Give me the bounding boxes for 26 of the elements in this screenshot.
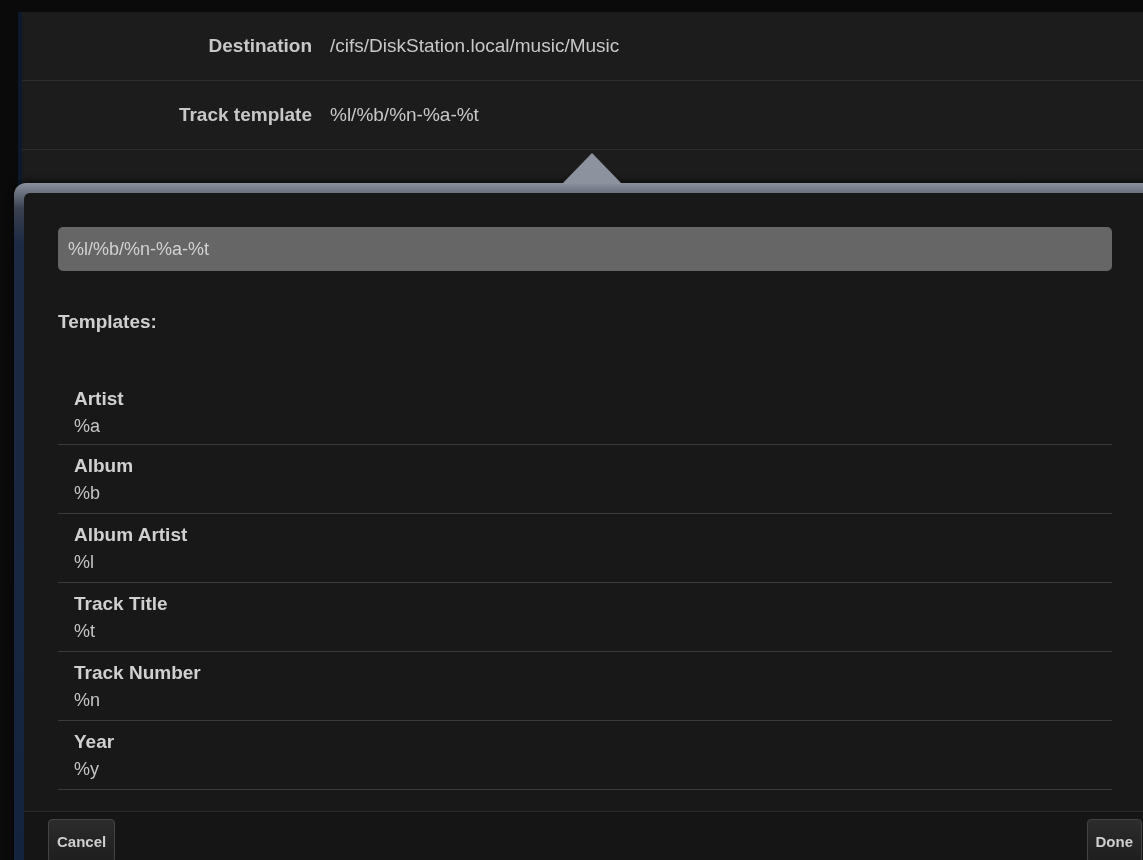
template-code: %n: [74, 689, 101, 712]
template-input-field[interactable]: %l/%b/%n-%a-%t: [58, 227, 1112, 271]
template-item[interactable]: Album Artist %l: [58, 514, 1112, 583]
template-item[interactable]: Album %b: [58, 445, 1112, 514]
done-button[interactable]: Done: [1086, 819, 1142, 860]
template-item[interactable]: Track Title %t: [58, 583, 1112, 652]
template-item[interactable]: Artist %a: [58, 383, 1112, 445]
setting-label: Track template: [177, 104, 313, 126]
templates-heading: Templates:: [58, 311, 158, 333]
template-name: Album: [74, 454, 135, 478]
template-code: %y: [74, 758, 100, 781]
template-code: %b: [74, 482, 101, 505]
template-name: Track Title: [74, 592, 169, 616]
template-code: %l: [74, 551, 95, 574]
template-code: %a: [74, 415, 101, 438]
template-item[interactable]: Track Number %n: [58, 652, 1112, 721]
setting-label: Destination: [207, 35, 313, 57]
setting-value[interactable]: /cifs/DiskStation.local/music/Music: [330, 35, 620, 57]
template-item[interactable]: Year %y: [58, 721, 1112, 790]
template-name: Track Number: [74, 661, 202, 685]
template-name: Artist: [74, 387, 125, 411]
template-name: Album Artist: [74, 523, 189, 547]
template-name: Year: [74, 730, 116, 754]
cancel-button[interactable]: Cancel: [48, 819, 116, 860]
setting-value[interactable]: %l/%b/%n-%a-%t: [330, 104, 479, 126]
template-code: %t: [74, 620, 96, 643]
